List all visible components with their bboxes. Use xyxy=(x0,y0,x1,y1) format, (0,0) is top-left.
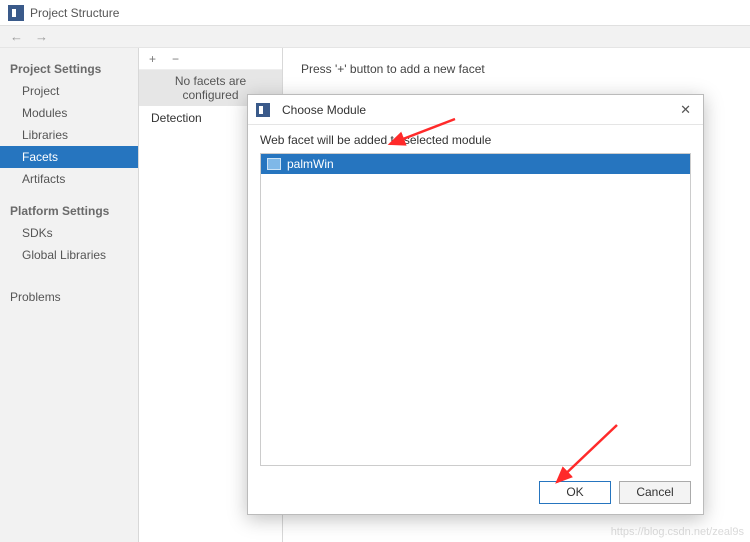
ok-button[interactable]: OK xyxy=(539,481,611,504)
sidebar-item-project[interactable]: Project xyxy=(0,80,138,102)
sidebar-item-artifacts[interactable]: Artifacts xyxy=(0,168,138,190)
sidebar: Project Settings Project Modules Librari… xyxy=(0,48,139,542)
dialog-button-row: OK Cancel xyxy=(248,474,703,514)
module-list-item[interactable]: palmWin xyxy=(261,154,690,174)
watermark: https://blog.csdn.net/zeal9s xyxy=(611,526,744,538)
sidebar-heading-platform-settings: Platform Settings xyxy=(0,200,138,222)
module-list[interactable]: palmWin xyxy=(260,153,691,466)
sidebar-heading-project-settings: Project Settings xyxy=(0,58,138,80)
app-icon xyxy=(8,5,24,21)
title-bar: Project Structure xyxy=(0,0,750,26)
nav-row: ← → xyxy=(0,26,750,48)
cancel-button[interactable]: Cancel xyxy=(619,481,691,504)
module-icon xyxy=(267,158,281,170)
forward-icon[interactable]: → xyxy=(35,29,48,44)
dialog-message: Web facet will be added to selected modu… xyxy=(260,133,691,147)
right-panel-hint: Press '+' button to add a new facet xyxy=(301,62,732,76)
add-facet-button[interactable]: + xyxy=(149,52,156,66)
dialog-app-icon xyxy=(256,103,270,117)
back-icon[interactable]: ← xyxy=(10,29,23,44)
choose-module-dialog: Choose Module ✕ Web facet will be added … xyxy=(247,94,704,515)
dialog-body: Web facet will be added to selected modu… xyxy=(248,125,703,474)
remove-facet-button[interactable]: − xyxy=(172,52,179,66)
sidebar-item-libraries[interactable]: Libraries xyxy=(0,124,138,146)
sidebar-item-modules[interactable]: Modules xyxy=(0,102,138,124)
sidebar-item-sdks[interactable]: SDKs xyxy=(0,222,138,244)
sidebar-item-problems[interactable]: Problems xyxy=(0,286,138,308)
window-title: Project Structure xyxy=(30,6,119,20)
sidebar-item-facets[interactable]: Facets xyxy=(0,146,138,168)
center-toolbar: + − xyxy=(139,48,282,70)
sidebar-item-global-libraries[interactable]: Global Libraries xyxy=(0,244,138,266)
dialog-title-text: Choose Module xyxy=(282,103,366,117)
module-name: palmWin xyxy=(287,157,334,171)
dialog-title-bar[interactable]: Choose Module ✕ xyxy=(248,95,703,125)
close-icon[interactable]: ✕ xyxy=(676,100,695,120)
